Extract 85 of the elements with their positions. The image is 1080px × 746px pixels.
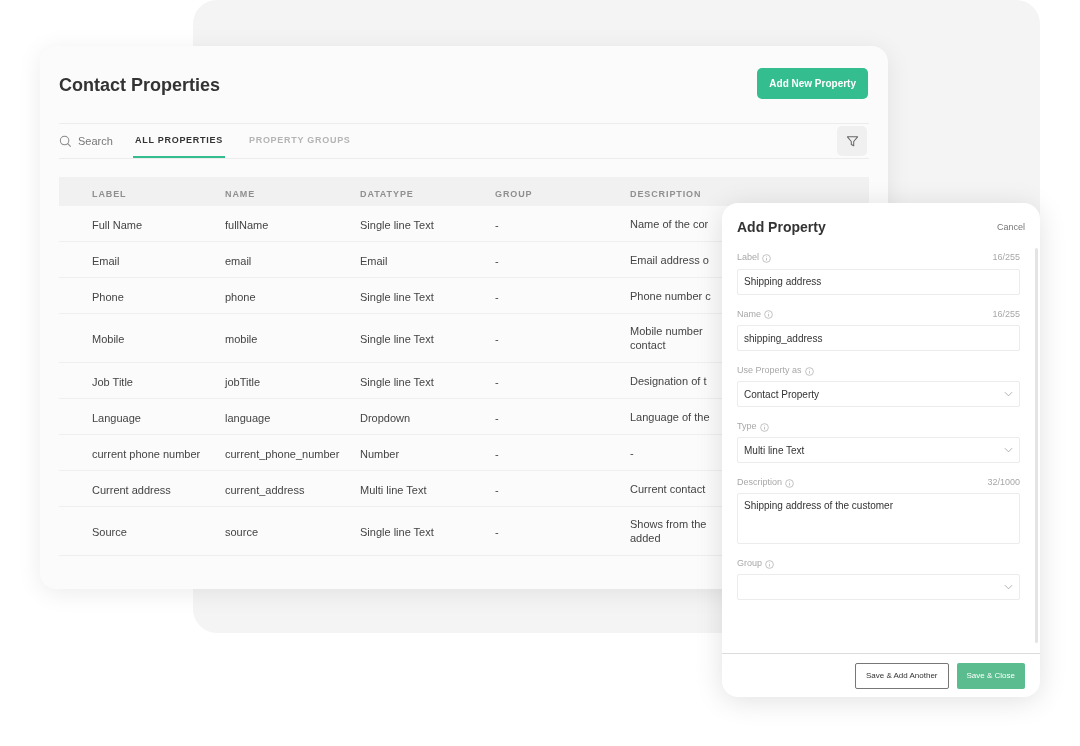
- field-label: Use Property as: [737, 364, 802, 378]
- field-label: Group: [737, 557, 762, 571]
- table-cell: Language: [92, 411, 141, 424]
- table-cell: -: [495, 411, 499, 424]
- table-cell: Multi line Text: [360, 483, 427, 496]
- field-label: Label: [737, 251, 760, 265]
- table-cell-text: -: [630, 445, 635, 460]
- table-cell: Phone: [92, 290, 124, 303]
- table-cell: Source: [92, 526, 127, 538]
- table-cell: mobile: [225, 333, 258, 345]
- column-header: LABEL: [92, 188, 127, 199]
- text-field[interactable]: Shipping address: [737, 268, 1020, 295]
- select-field[interactable]: [737, 574, 1020, 600]
- table-cell-text: Shows from the added: [630, 517, 708, 545]
- save-add-another-button[interactable]: Save & Add Another: [854, 662, 949, 689]
- table-cell-text: Name of the cor: [630, 216, 710, 231]
- table-cell: Mobile: [92, 333, 125, 345]
- table-cell: Single line Text: [360, 290, 434, 303]
- info-icon: [765, 559, 774, 569]
- table-cell-text: Email address o: [630, 252, 710, 267]
- info-icon: [762, 253, 772, 263]
- table-cell: Dropdown: [360, 411, 411, 424]
- select-field[interactable]: Multi line Text: [737, 437, 1020, 463]
- info-icon: [759, 422, 769, 432]
- table-cell: Single line Text: [360, 526, 434, 538]
- table-cell: -: [495, 447, 499, 460]
- table-cell: email: [225, 254, 252, 267]
- text-field[interactable]: shipping_address: [737, 325, 1020, 351]
- table-cell: fullName: [225, 218, 269, 231]
- table-cell: source: [225, 526, 259, 538]
- field-label: Description: [737, 476, 783, 490]
- table-cell: -: [495, 375, 499, 388]
- chevron-down-icon: [1004, 391, 1013, 397]
- character-counter: 32/1000: [987, 476, 1020, 490]
- search-field[interactable]: Search: [78, 132, 130, 150]
- table-cell: -: [495, 290, 499, 303]
- table-cell: Single line Text: [360, 375, 434, 388]
- tab[interactable]: ALL PROPERTIES: [133, 124, 225, 158]
- table-cell: -: [495, 254, 499, 267]
- table-cell: -: [495, 218, 499, 231]
- character-counter: 16/255: [992, 251, 1020, 265]
- description-field[interactable]: Shipping address of the customer: [737, 493, 1020, 544]
- chevron-down-icon: [1004, 584, 1013, 590]
- chevron-down-icon: [1004, 447, 1013, 453]
- table-cell: current_phone_number: [225, 447, 340, 460]
- character-counter: 16/255: [992, 307, 1020, 321]
- table-cell: Email: [360, 254, 388, 267]
- table-cell: -: [495, 526, 499, 538]
- info-icon: [804, 366, 814, 376]
- table-cell: Current address: [92, 483, 171, 496]
- table-cell: Full Name: [92, 218, 143, 231]
- table-cell: Single line Text: [360, 333, 434, 345]
- select-value: Contact Property: [744, 387, 820, 402]
- table-cell: Email: [92, 254, 120, 267]
- table-cell: Single line Text: [360, 218, 434, 231]
- column-header: DESCRIPTION: [630, 188, 702, 199]
- cancel-link[interactable]: Cancel: [997, 220, 1025, 235]
- select-value: Multi line Text: [744, 443, 805, 458]
- column-header: NAME: [225, 188, 256, 199]
- panel-title: Add Property: [737, 218, 826, 237]
- table-cell-text: Phone number c: [630, 288, 712, 303]
- filter-button[interactable]: [837, 126, 867, 156]
- table-cell-text: Current contact: [630, 481, 707, 496]
- select-field[interactable]: Contact Property: [737, 381, 1020, 407]
- column-header: DATATYPE: [360, 188, 414, 199]
- table-cell: jobTitle: [225, 375, 261, 388]
- table-cell: phone: [225, 290, 256, 303]
- info-icon: [785, 478, 795, 488]
- table-cell: Job Title: [92, 375, 133, 388]
- table-cell-text: Language of the: [630, 409, 711, 424]
- table-cell: current phone number: [92, 447, 201, 460]
- table-cell: current_address: [225, 483, 305, 496]
- table-cell: -: [495, 333, 499, 345]
- page-title: Contact Properties: [59, 74, 221, 97]
- table-cell-text: Designation of t: [630, 373, 708, 388]
- field-label: Name: [737, 307, 761, 321]
- field-label: Type: [737, 420, 757, 434]
- table-cell: -: [495, 483, 499, 496]
- column-header: GROUP: [495, 188, 533, 199]
- info-icon: [764, 310, 773, 319]
- table-cell-text: Mobile number contact: [630, 324, 704, 352]
- filter-icon: [845, 134, 859, 148]
- search-icon: [59, 134, 72, 148]
- table-cell: Number: [360, 447, 400, 460]
- table-cell: language: [225, 411, 271, 424]
